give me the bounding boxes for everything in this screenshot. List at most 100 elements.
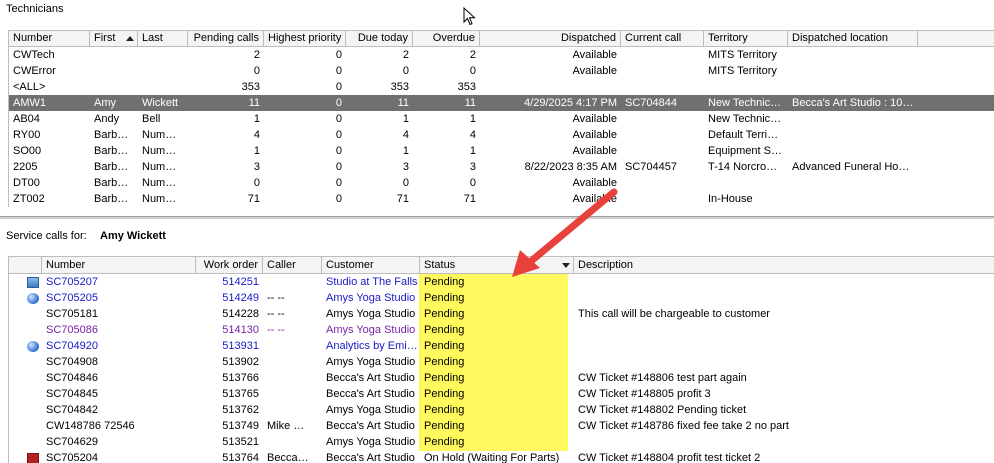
service-call-row[interactable]: SC705086 514130 -- -- Amys Yoga Studio Pendi…	[9, 322, 994, 338]
panel-splitter[interactable]	[0, 216, 994, 219]
technician-row[interactable]: DT00 Barb… Num… 0 0 0 0 Available	[9, 175, 994, 191]
column-header-territory[interactable]: Territory	[704, 31, 788, 47]
cell-caller: Becca…	[267, 452, 309, 463]
cell-overdue: 0	[469, 65, 476, 77]
service-call-row[interactable]: SC704908 513902 Amys Yoga Studio Pending	[9, 354, 994, 370]
column-header-label: Description	[578, 259, 634, 271]
cell-priority: 0	[335, 65, 342, 77]
technician-row[interactable]: <ALL> 353 0 353 353	[9, 79, 994, 95]
column-header-call[interactable]: Current call	[621, 31, 704, 47]
technician-row[interactable]: CWTech 2 0 2 2 Available MITS Territory	[9, 47, 994, 63]
cell-last: Num…	[142, 161, 177, 173]
cell-last: Num…	[142, 145, 177, 157]
cell-due: 4	[402, 129, 409, 141]
service-call-row[interactable]: CW148786 72546 513749 Mike … Becca's Art St…	[9, 418, 994, 434]
technician-row[interactable]: ZT002 Barb… Num… 71 0 71 71 Available In-House	[9, 191, 994, 207]
cell-priority: 0	[335, 193, 342, 205]
service-call-row[interactable]: SC704629 513521 Amys Yoga Studio Pending	[9, 434, 994, 450]
cell-number: RY00	[13, 129, 41, 141]
cell-last	[138, 79, 188, 95]
service-call-row[interactable]: SC704845 513765 Becca's Art Studio Pending C…	[9, 386, 994, 402]
cell-priority: 0	[335, 145, 342, 157]
cell-last: Num…	[142, 129, 177, 141]
cell-customer: Studio at The Falls	[326, 276, 418, 288]
cell-status: Pending	[424, 340, 465, 352]
technician-row[interactable]: AB04 Andy Bell 1 0 1 1 Available New Technic…	[9, 111, 994, 127]
cell-number: SC704920	[46, 340, 98, 352]
cell-status: Pending	[424, 436, 465, 448]
cell-number: AB04	[13, 113, 40, 125]
column-header-label: Dispatched location	[792, 32, 889, 44]
cell-location	[788, 63, 918, 79]
cell-dispatched: Available	[572, 145, 617, 157]
cell-priority: 0	[335, 81, 342, 93]
technicians-table-body: CWTech 2 0 2 2 Available MITS Territory CWError…	[9, 47, 994, 207]
cell-territory: Equipment S…	[708, 145, 782, 157]
column-header-label: Overdue	[432, 32, 475, 44]
cell-number: SC704846	[46, 372, 98, 384]
column-header-customer[interactable]: Customer	[322, 257, 420, 274]
column-header-location[interactable]: Dispatched location	[788, 31, 918, 47]
column-header-label: Number	[46, 259, 86, 271]
service-call-row[interactable]: SC704842 513762 Amys Yoga Studio Pending CW …	[9, 402, 994, 418]
column-header-description[interactable]: Description	[574, 257, 994, 274]
column-header-wo[interactable]: Work order	[196, 257, 263, 274]
cell-due: 11	[397, 97, 409, 109]
column-header-priority[interactable]: Highest priority	[264, 31, 346, 47]
mouse-cursor-icon	[463, 7, 476, 26]
service-call-row[interactable]: SC705207 514251 Studio at The Falls Pending	[9, 274, 994, 290]
column-header-pending[interactable]: Pending calls	[188, 31, 264, 47]
service-call-row[interactable]: SC705205 514249 -- -- Amys Yoga Studio Pendi…	[9, 290, 994, 306]
column-header-due[interactable]: Due today	[346, 31, 413, 47]
cell-description	[574, 274, 994, 290]
cell-priority: 0	[335, 161, 342, 173]
cell-wo: 514249	[222, 292, 259, 304]
column-header-number[interactable]: Number	[42, 257, 196, 274]
column-header-caller[interactable]: Caller	[263, 257, 322, 274]
column-header-label: Due today	[357, 32, 408, 44]
cell-location	[788, 191, 918, 207]
service-call-row[interactable]: SC705204 513764 Becca… Becca's Art Studio On…	[9, 450, 994, 463]
cell-wo: 513931	[222, 340, 259, 352]
service-call-row[interactable]: SC704846 513766 Becca's Art Studio Pending C…	[9, 370, 994, 386]
cell-status: On Hold (Waiting For Parts)	[424, 452, 560, 463]
column-header-icon[interactable]	[9, 257, 42, 274]
service-call-row[interactable]: SC705181 514228 -- -- Amys Yoga Studio Pendi…	[9, 306, 994, 322]
cell-pending: 71	[247, 193, 260, 205]
cell-customer: Analytics by Emi…	[326, 340, 418, 352]
column-header-dispatched[interactable]: Dispatched	[480, 31, 621, 47]
cell-first: Barb…	[94, 161, 129, 173]
cell-due: 1	[402, 145, 409, 157]
technician-row[interactable]: AMW1 Amy Wickett 11 0 11 11 4/29/2025 4:17 PM SC…	[9, 95, 994, 111]
technician-row[interactable]: SO00 Barb… Num… 1 0 1 1 Available Equipment S…	[9, 143, 994, 159]
cell-number: CWError	[13, 65, 56, 77]
cell-pending: 1	[253, 145, 260, 157]
cell-dispatched: 4/29/2025 4:17 PM	[524, 97, 617, 109]
cell-description	[574, 354, 994, 370]
cell-caller: -- --	[267, 292, 285, 304]
service-calls-label: Service calls for:	[6, 230, 87, 242]
column-header-number[interactable]: Number	[9, 31, 90, 47]
column-header-label: Territory	[708, 32, 748, 44]
column-header-first[interactable]: First	[90, 31, 138, 47]
service-calls-table: Number Work order Caller Customer Status Desc…	[8, 256, 994, 463]
column-header-last[interactable]: Last	[138, 31, 188, 47]
technicians-panel: Technicians Number First Last Pending calls…	[0, 0, 994, 213]
cell-overdue: 11	[464, 97, 476, 109]
filter-dropdown-icon[interactable]	[562, 263, 570, 268]
column-header-status[interactable]: Status	[420, 257, 574, 274]
technician-row[interactable]: CWError 0 0 0 0 Available MITS Territory	[9, 63, 994, 79]
technician-row[interactable]: RY00 Barb… Num… 4 0 4 4 Available Default Terri…	[9, 127, 994, 143]
cell-wo: 513749	[222, 420, 259, 432]
service-call-row[interactable]: SC704920 513931 Analytics by Emi… Pending	[9, 338, 994, 354]
column-header-overdue[interactable]: Overdue	[413, 31, 480, 47]
cell-customer: Amys Yoga Studio	[326, 356, 416, 368]
cell-first	[90, 47, 138, 63]
cell-number: DT00	[13, 177, 40, 189]
cell-priority: 0	[335, 177, 342, 189]
cell-call	[621, 191, 704, 207]
cell-number: SO00	[13, 145, 42, 157]
cell-call	[621, 111, 704, 127]
cell-call: SC704844	[625, 97, 677, 109]
technician-row[interactable]: 2205 Barb… Num… 3 0 3 3 8/22/2023 8:35 AM SC7044…	[9, 159, 994, 175]
